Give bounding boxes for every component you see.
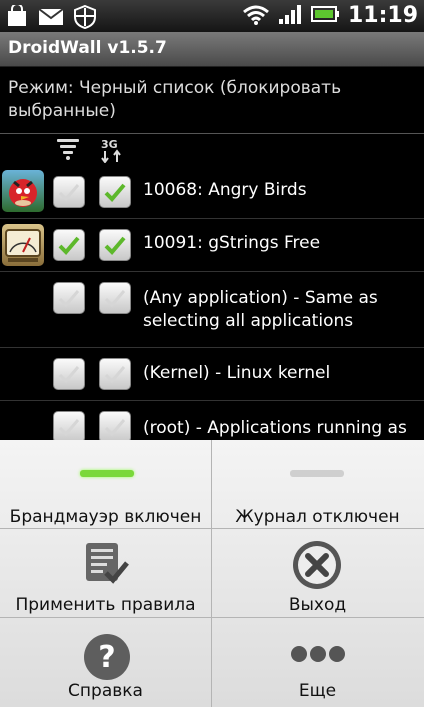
- shopping-bag-icon: [6, 3, 28, 33]
- more-label: Еще: [298, 681, 337, 701]
- more-icon: [290, 644, 346, 668]
- wifi-checkbox[interactable]: [53, 282, 85, 314]
- mode-label: Режим: Черный список (блокировать выбран…: [8, 78, 342, 121]
- exit-button[interactable]: Выход: [212, 529, 423, 617]
- help-icon: ?: [82, 632, 132, 686]
- 3g-checkbox[interactable]: [99, 358, 131, 390]
- log-label: Журнал отключен: [235, 507, 400, 527]
- mail-icon: [38, 5, 64, 33]
- exit-label: Выход: [288, 595, 347, 615]
- log-toggle-button[interactable]: Журнал отключен: [212, 440, 423, 528]
- gstrings-icon: [2, 224, 44, 266]
- mode-selector[interactable]: Режим: Черный список (блокировать выбран…: [0, 67, 424, 134]
- wifi-icon: [56, 137, 80, 165]
- 3g-checkbox[interactable]: [99, 411, 131, 443]
- 3g-checkbox[interactable]: [99, 282, 131, 314]
- app-name: (Any application) - Same as selecting al…: [143, 288, 378, 331]
- app-row: (Any application) - Same as selecting al…: [0, 272, 424, 348]
- wifi-checkbox[interactable]: [53, 411, 85, 443]
- apply-rules-icon: [84, 539, 130, 589]
- app-title: DroidWall v1.5.7: [8, 38, 167, 58]
- firewall-on-indicator: [80, 470, 134, 477]
- wifi-signal-icon: [242, 3, 270, 29]
- app-row: 10091: gStrings Free: [0, 219, 424, 272]
- help-button[interactable]: ? Справка: [0, 618, 211, 706]
- firewall-toggle-button[interactable]: Брандмауэр включен: [0, 440, 211, 528]
- log-off-indicator: [290, 470, 344, 477]
- battery-icon: [310, 5, 340, 27]
- more-button[interactable]: Еще: [212, 618, 423, 706]
- cell-signal-icon: [278, 3, 302, 29]
- clock: 11:19: [347, 3, 418, 28]
- title-bar: DroidWall v1.5.7: [0, 32, 424, 67]
- wifi-checkbox[interactable]: [53, 176, 85, 208]
- apply-rules-button[interactable]: Применить правила: [0, 529, 211, 617]
- 3g-icon: 3G: [100, 137, 126, 167]
- options-menu: Брандмауэр включен Журнал отключен Приме…: [0, 440, 424, 707]
- shield-icon: [74, 4, 96, 33]
- app-name: 10091: gStrings Free: [143, 233, 321, 253]
- firewall-label: Брандмауэр включен: [9, 507, 202, 527]
- status-bar: 11:19: [0, 0, 424, 32]
- app-row: 10068: Angry Birds: [0, 166, 424, 219]
- svg-text:3G: 3G: [101, 138, 118, 151]
- app-name: (Kernel) - Linux kernel: [143, 363, 331, 383]
- close-icon: [291, 539, 343, 595]
- apply-label: Применить правила: [15, 595, 196, 615]
- 3g-checkbox[interactable]: [99, 176, 131, 208]
- angry-birds-icon: [2, 170, 44, 212]
- wifi-checkbox[interactable]: [53, 229, 85, 261]
- help-label: Справка: [68, 681, 143, 701]
- wifi-checkbox[interactable]: [53, 358, 85, 390]
- app-name: 10068: Angry Birds: [143, 180, 307, 200]
- svg-text:?: ?: [98, 640, 115, 675]
- 3g-checkbox[interactable]: [99, 229, 131, 261]
- app-row: (Kernel) - Linux kernel: [0, 348, 424, 401]
